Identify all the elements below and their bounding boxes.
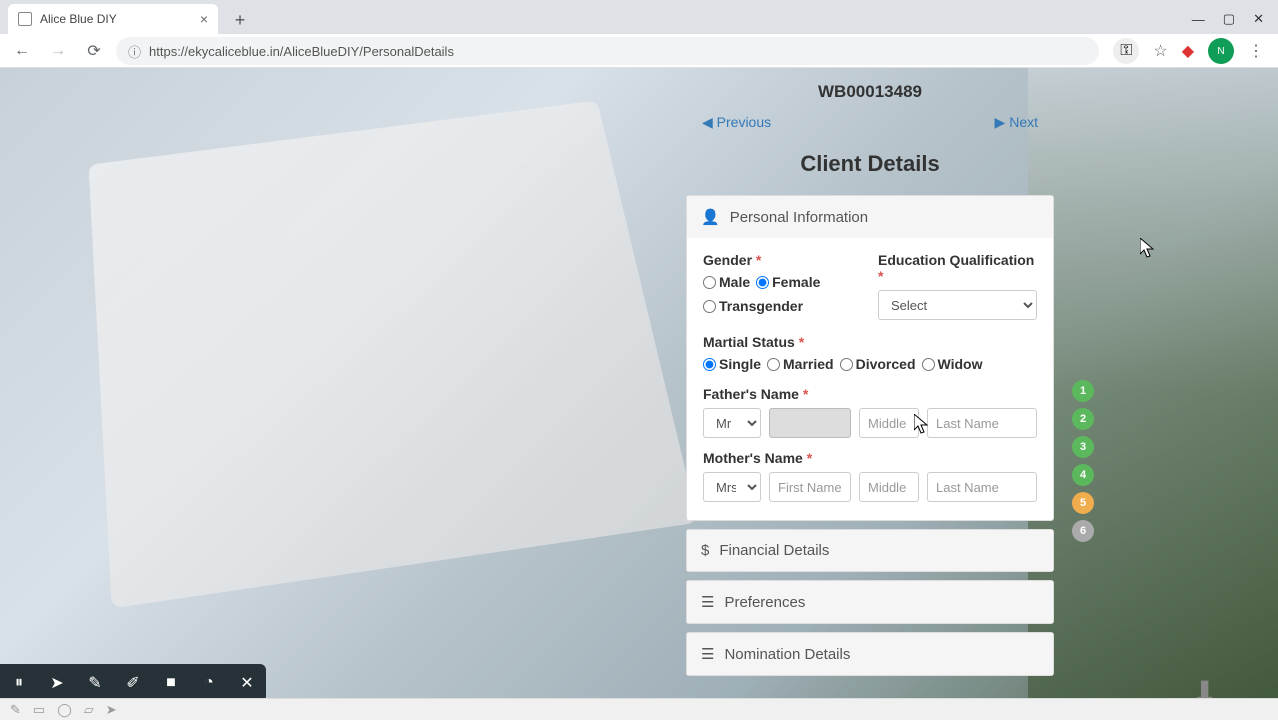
- next-link[interactable]: ▶ Next: [995, 114, 1038, 131]
- preferences-header[interactable]: ☰ Preferences: [687, 581, 1053, 623]
- pause-button[interactable]: ⏸: [0, 664, 38, 702]
- education-label: Education Qualification *: [878, 252, 1037, 284]
- reload-button[interactable]: ⟳: [80, 37, 108, 65]
- step-5[interactable]: 5: [1072, 492, 1094, 514]
- radio-divorced[interactable]: Divorced: [840, 356, 916, 372]
- nomination-header[interactable]: ☰ Nomination Details: [687, 633, 1053, 675]
- mother-label: Mother's Name *: [703, 450, 1037, 466]
- site-info-icon: ⓘ: [128, 42, 141, 61]
- crop-icon[interactable]: ▭: [33, 702, 45, 718]
- toolbar-right: ⚿ ☆ ◆ N ⋮: [1107, 38, 1270, 64]
- nomination-icon: ☰: [701, 645, 714, 663]
- url-input[interactable]: ⓘ https://ekycaliceblue.in/AliceBlueDIY/…: [116, 37, 1099, 65]
- father-title-select[interactable]: Mr: [703, 408, 761, 438]
- step-3[interactable]: 3: [1072, 436, 1094, 458]
- tab-close-icon[interactable]: ×: [200, 11, 208, 27]
- pen-tool-button[interactable]: ✎: [76, 664, 114, 702]
- personal-info-header[interactable]: 👤 Personal Information: [687, 196, 1053, 238]
- window-controls: — ▢ ✕: [1178, 4, 1278, 34]
- father-last-input[interactable]: [927, 408, 1037, 438]
- mother-first-input[interactable]: [769, 472, 851, 502]
- previous-link[interactable]: ◀ Previous: [702, 114, 771, 131]
- financial-panel: $ Financial Details: [686, 529, 1054, 572]
- page-content: WB00013489 ◀ Previous ▶ Next Client Deta…: [0, 68, 1278, 720]
- section-title: Client Details: [672, 143, 1068, 195]
- client-id: WB00013489: [672, 68, 1068, 108]
- background-image: [88, 100, 697, 608]
- mother-title-select[interactable]: Mrs: [703, 472, 761, 502]
- minimize-button[interactable]: —: [1192, 12, 1205, 27]
- forward-button[interactable]: →: [44, 37, 72, 65]
- extension-icon[interactable]: ◆: [1182, 41, 1194, 61]
- bookmark-star-icon[interactable]: ☆: [1153, 41, 1167, 61]
- form-area: WB00013489 ◀ Previous ▶ Next Client Deta…: [672, 68, 1068, 720]
- radio-widow[interactable]: Widow: [922, 356, 983, 372]
- close-window-button[interactable]: ✕: [1253, 11, 1264, 27]
- camera-button[interactable]: ■: [152, 664, 190, 702]
- education-group: Education Qualification * Select: [878, 252, 1037, 320]
- education-select[interactable]: Select: [878, 290, 1037, 320]
- menu-icon[interactable]: ⋮: [1248, 41, 1264, 61]
- mother-name-group: Mother's Name * Mrs: [703, 450, 1037, 502]
- profile-avatar[interactable]: N: [1208, 38, 1234, 64]
- caret-left-icon: ◀: [702, 114, 717, 130]
- footer-toolbar: ✎ ▭ ◯ ▱ ➤: [0, 698, 1278, 720]
- tab-title: Alice Blue DIY: [40, 12, 117, 26]
- person-icon: 👤: [701, 208, 720, 226]
- key-icon[interactable]: ⚿: [1113, 38, 1139, 64]
- caret-right-icon: ▶: [995, 114, 1010, 130]
- highlight-tool-button[interactable]: ✐: [114, 664, 152, 702]
- step-6[interactable]: 6: [1072, 520, 1094, 542]
- pointer-icon[interactable]: ➤: [106, 702, 117, 718]
- page-icon: [18, 12, 32, 26]
- radio-transgender[interactable]: Transgender: [703, 298, 858, 314]
- maximize-button[interactable]: ▢: [1223, 11, 1235, 27]
- browser-tab[interactable]: Alice Blue DIY ×: [8, 4, 218, 34]
- step-4[interactable]: 4: [1072, 464, 1094, 486]
- radio-female[interactable]: Female: [756, 274, 820, 290]
- father-label: Father's Name *: [703, 386, 1037, 402]
- cursor-tool-button[interactable]: ➤: [38, 664, 76, 702]
- edit-icon[interactable]: ✎: [10, 702, 21, 718]
- nomination-panel: ☰ Nomination Details: [686, 632, 1054, 676]
- shape-icon[interactable]: ▱: [84, 702, 94, 718]
- father-name-group: Father's Name * Mr: [703, 386, 1037, 438]
- new-tab-button[interactable]: +: [226, 6, 254, 34]
- radio-male[interactable]: Male: [703, 274, 750, 290]
- mother-middle-input[interactable]: [859, 472, 919, 502]
- checklist-icon: ☰: [701, 593, 714, 611]
- stop-button[interactable]: ✕: [228, 664, 266, 702]
- marital-label: Martial Status *: [703, 334, 1037, 350]
- step-1[interactable]: 1: [1072, 380, 1094, 402]
- gender-label: Gender *: [703, 252, 862, 268]
- personal-info-body: Gender * Male Female Transgender Educati…: [687, 238, 1053, 520]
- radio-married[interactable]: Married: [767, 356, 834, 372]
- eraser-icon[interactable]: ◯: [57, 702, 72, 718]
- mother-last-input[interactable]: [927, 472, 1037, 502]
- step-indicator: 1 2 3 4 5 6: [1072, 380, 1094, 542]
- timer-button[interactable]: ◔: [190, 664, 228, 702]
- gender-group: Gender * Male Female Transgender: [703, 252, 862, 320]
- marital-group: Martial Status * Single Married Divorced…: [703, 334, 1037, 372]
- father-first-input[interactable]: [769, 408, 851, 438]
- address-bar: ← → ⟳ ⓘ https://ekycaliceblue.in/AliceBl…: [0, 34, 1278, 68]
- personal-info-panel: 👤 Personal Information Gender * Male Fem…: [686, 195, 1054, 521]
- tab-bar: Alice Blue DIY × + — ▢ ✕: [0, 0, 1278, 34]
- preferences-panel: ☰ Preferences: [686, 580, 1054, 624]
- dollar-icon: $: [701, 542, 709, 559]
- recorder-toolbar: ⏸ ➤ ✎ ✐ ■ ◔ ✕: [0, 664, 266, 702]
- financial-header[interactable]: $ Financial Details: [687, 530, 1053, 571]
- step-2[interactable]: 2: [1072, 408, 1094, 430]
- browser-chrome: Alice Blue DIY × + — ▢ ✕ ← → ⟳ ⓘ https:/…: [0, 0, 1278, 68]
- form-nav: ◀ Previous ▶ Next: [672, 108, 1068, 143]
- father-middle-input[interactable]: [859, 408, 919, 438]
- url-text: https://ekycaliceblue.in/AliceBlueDIY/Pe…: [149, 44, 454, 59]
- radio-single[interactable]: Single: [703, 356, 761, 372]
- back-button[interactable]: ←: [8, 37, 36, 65]
